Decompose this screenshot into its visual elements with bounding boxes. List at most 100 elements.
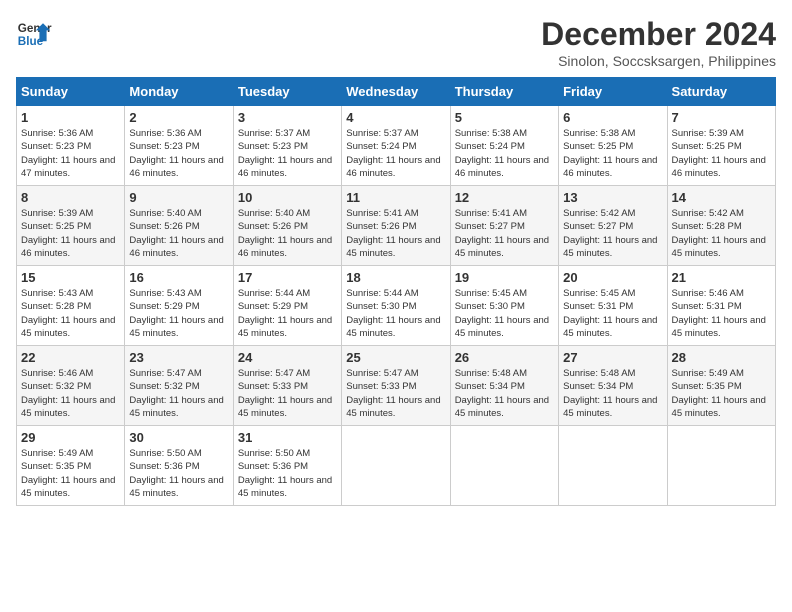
col-tuesday: Tuesday	[233, 78, 341, 106]
day-number: 17	[238, 270, 337, 285]
day-number: 4	[346, 110, 445, 125]
day-number: 15	[21, 270, 120, 285]
day-info: Sunrise: 5:37 AMSunset: 5:23 PMDaylight:…	[238, 127, 337, 180]
day-info: Sunrise: 5:47 AMSunset: 5:33 PMDaylight:…	[238, 367, 337, 420]
day-info: Sunrise: 5:44 AMSunset: 5:29 PMDaylight:…	[238, 287, 337, 340]
header-row: Sunday Monday Tuesday Wednesday Thursday…	[17, 78, 776, 106]
table-row: 9 Sunrise: 5:40 AMSunset: 5:26 PMDayligh…	[125, 186, 233, 266]
day-info: Sunrise: 5:46 AMSunset: 5:31 PMDaylight:…	[672, 287, 771, 340]
day-info: Sunrise: 5:38 AMSunset: 5:24 PMDaylight:…	[455, 127, 554, 180]
day-number: 28	[672, 350, 771, 365]
table-row: 3 Sunrise: 5:37 AMSunset: 5:23 PMDayligh…	[233, 106, 341, 186]
day-number: 24	[238, 350, 337, 365]
day-number: 6	[563, 110, 662, 125]
day-info: Sunrise: 5:44 AMSunset: 5:30 PMDaylight:…	[346, 287, 445, 340]
day-info: Sunrise: 5:41 AMSunset: 5:26 PMDaylight:…	[346, 207, 445, 260]
table-row: 26 Sunrise: 5:48 AMSunset: 5:34 PMDaylig…	[450, 346, 558, 426]
day-info: Sunrise: 5:47 AMSunset: 5:33 PMDaylight:…	[346, 367, 445, 420]
day-info: Sunrise: 5:46 AMSunset: 5:32 PMDaylight:…	[21, 367, 120, 420]
page-header: General Blue December 2024 Sinolon, Socc…	[16, 16, 776, 69]
calendar-week-2: 8 Sunrise: 5:39 AMSunset: 5:25 PMDayligh…	[17, 186, 776, 266]
day-info: Sunrise: 5:42 AMSunset: 5:28 PMDaylight:…	[672, 207, 771, 260]
col-thursday: Thursday	[450, 78, 558, 106]
day-number: 31	[238, 430, 337, 445]
day-info: Sunrise: 5:48 AMSunset: 5:34 PMDaylight:…	[455, 367, 554, 420]
day-info: Sunrise: 5:42 AMSunset: 5:27 PMDaylight:…	[563, 207, 662, 260]
table-row: 1 Sunrise: 5:36 AMSunset: 5:23 PMDayligh…	[17, 106, 125, 186]
title-section: December 2024 Sinolon, Soccsksargen, Phi…	[541, 16, 776, 69]
col-wednesday: Wednesday	[342, 78, 450, 106]
table-row: 12 Sunrise: 5:41 AMSunset: 5:27 PMDaylig…	[450, 186, 558, 266]
day-info: Sunrise: 5:49 AMSunset: 5:35 PMDaylight:…	[21, 447, 120, 500]
table-row: 25 Sunrise: 5:47 AMSunset: 5:33 PMDaylig…	[342, 346, 450, 426]
table-row: 14 Sunrise: 5:42 AMSunset: 5:28 PMDaylig…	[667, 186, 775, 266]
day-info: Sunrise: 5:38 AMSunset: 5:25 PMDaylight:…	[563, 127, 662, 180]
col-friday: Friday	[559, 78, 667, 106]
day-info: Sunrise: 5:36 AMSunset: 5:23 PMDaylight:…	[129, 127, 228, 180]
calendar-week-4: 22 Sunrise: 5:46 AMSunset: 5:32 PMDaylig…	[17, 346, 776, 426]
day-info: Sunrise: 5:37 AMSunset: 5:24 PMDaylight:…	[346, 127, 445, 180]
day-info: Sunrise: 5:47 AMSunset: 5:32 PMDaylight:…	[129, 367, 228, 420]
table-row: 13 Sunrise: 5:42 AMSunset: 5:27 PMDaylig…	[559, 186, 667, 266]
day-number: 21	[672, 270, 771, 285]
day-number: 29	[21, 430, 120, 445]
day-info: Sunrise: 5:48 AMSunset: 5:34 PMDaylight:…	[563, 367, 662, 420]
day-number: 11	[346, 190, 445, 205]
day-number: 8	[21, 190, 120, 205]
day-number: 22	[21, 350, 120, 365]
col-monday: Monday	[125, 78, 233, 106]
day-number: 23	[129, 350, 228, 365]
day-number: 20	[563, 270, 662, 285]
table-row	[450, 426, 558, 506]
table-row: 29 Sunrise: 5:49 AMSunset: 5:35 PMDaylig…	[17, 426, 125, 506]
table-row: 8 Sunrise: 5:39 AMSunset: 5:25 PMDayligh…	[17, 186, 125, 266]
day-info: Sunrise: 5:40 AMSunset: 5:26 PMDaylight:…	[129, 207, 228, 260]
day-number: 19	[455, 270, 554, 285]
day-number: 30	[129, 430, 228, 445]
logo-icon: General Blue	[16, 16, 52, 52]
table-row: 23 Sunrise: 5:47 AMSunset: 5:32 PMDaylig…	[125, 346, 233, 426]
day-number: 5	[455, 110, 554, 125]
col-sunday: Sunday	[17, 78, 125, 106]
calendar-week-3: 15 Sunrise: 5:43 AMSunset: 5:28 PMDaylig…	[17, 266, 776, 346]
day-info: Sunrise: 5:45 AMSunset: 5:30 PMDaylight:…	[455, 287, 554, 340]
day-info: Sunrise: 5:49 AMSunset: 5:35 PMDaylight:…	[672, 367, 771, 420]
calendar-table: Sunday Monday Tuesday Wednesday Thursday…	[16, 77, 776, 506]
table-row: 20 Sunrise: 5:45 AMSunset: 5:31 PMDaylig…	[559, 266, 667, 346]
day-info: Sunrise: 5:39 AMSunset: 5:25 PMDaylight:…	[672, 127, 771, 180]
table-row	[559, 426, 667, 506]
table-row: 5 Sunrise: 5:38 AMSunset: 5:24 PMDayligh…	[450, 106, 558, 186]
day-info: Sunrise: 5:43 AMSunset: 5:28 PMDaylight:…	[21, 287, 120, 340]
table-row: 21 Sunrise: 5:46 AMSunset: 5:31 PMDaylig…	[667, 266, 775, 346]
table-row: 10 Sunrise: 5:40 AMSunset: 5:26 PMDaylig…	[233, 186, 341, 266]
table-row: 30 Sunrise: 5:50 AMSunset: 5:36 PMDaylig…	[125, 426, 233, 506]
day-number: 27	[563, 350, 662, 365]
table-row: 28 Sunrise: 5:49 AMSunset: 5:35 PMDaylig…	[667, 346, 775, 426]
day-number: 12	[455, 190, 554, 205]
day-number: 3	[238, 110, 337, 125]
table-row: 22 Sunrise: 5:46 AMSunset: 5:32 PMDaylig…	[17, 346, 125, 426]
calendar-subtitle: Sinolon, Soccsksargen, Philippines	[541, 53, 776, 69]
day-info: Sunrise: 5:39 AMSunset: 5:25 PMDaylight:…	[21, 207, 120, 260]
day-number: 25	[346, 350, 445, 365]
calendar-title: December 2024	[541, 16, 776, 53]
day-info: Sunrise: 5:40 AMSunset: 5:26 PMDaylight:…	[238, 207, 337, 260]
day-info: Sunrise: 5:50 AMSunset: 5:36 PMDaylight:…	[238, 447, 337, 500]
table-row: 15 Sunrise: 5:43 AMSunset: 5:28 PMDaylig…	[17, 266, 125, 346]
day-number: 14	[672, 190, 771, 205]
calendar-week-1: 1 Sunrise: 5:36 AMSunset: 5:23 PMDayligh…	[17, 106, 776, 186]
table-row: 2 Sunrise: 5:36 AMSunset: 5:23 PMDayligh…	[125, 106, 233, 186]
day-info: Sunrise: 5:43 AMSunset: 5:29 PMDaylight:…	[129, 287, 228, 340]
table-row	[342, 426, 450, 506]
table-row: 16 Sunrise: 5:43 AMSunset: 5:29 PMDaylig…	[125, 266, 233, 346]
day-number: 16	[129, 270, 228, 285]
table-row: 24 Sunrise: 5:47 AMSunset: 5:33 PMDaylig…	[233, 346, 341, 426]
day-info: Sunrise: 5:41 AMSunset: 5:27 PMDaylight:…	[455, 207, 554, 260]
table-row: 11 Sunrise: 5:41 AMSunset: 5:26 PMDaylig…	[342, 186, 450, 266]
col-saturday: Saturday	[667, 78, 775, 106]
day-info: Sunrise: 5:45 AMSunset: 5:31 PMDaylight:…	[563, 287, 662, 340]
calendar-week-5: 29 Sunrise: 5:49 AMSunset: 5:35 PMDaylig…	[17, 426, 776, 506]
table-row	[667, 426, 775, 506]
day-number: 26	[455, 350, 554, 365]
day-info: Sunrise: 5:50 AMSunset: 5:36 PMDaylight:…	[129, 447, 228, 500]
